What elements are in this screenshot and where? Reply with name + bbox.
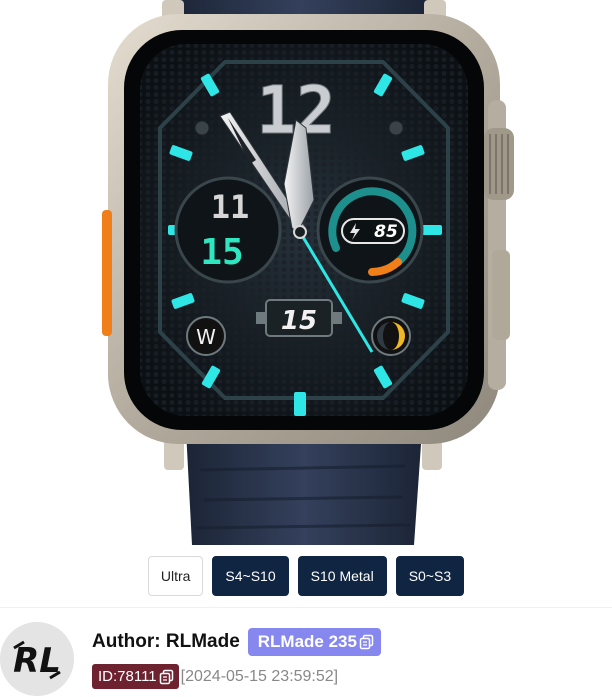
watch-preview: 12 11 15 85 15 W bbox=[0, 0, 612, 545]
copy-id-icon bbox=[159, 669, 173, 684]
copy-icon bbox=[359, 634, 374, 650]
digital-minutes: 15 bbox=[200, 232, 243, 273]
page: 12 11 15 85 15 W Ultra S4~S10 S10 Metal … bbox=[0, 0, 612, 697]
model-button-s10-metal[interactable]: S10 Metal bbox=[297, 556, 387, 596]
model-button-ultra[interactable]: Ultra bbox=[147, 556, 204, 596]
lug-right-bottom bbox=[422, 440, 442, 470]
digital-crown bbox=[484, 128, 514, 200]
lug-left-bottom bbox=[164, 440, 184, 470]
compass-letter: W bbox=[196, 325, 216, 349]
author-line: Author: RLMade RLMade 235 bbox=[92, 628, 381, 656]
side-button bbox=[492, 250, 510, 340]
id-line: ID:78111 [2024-05-15 23:59:52] bbox=[92, 664, 338, 689]
author-strip: RL Author: RLMade RLMade 235 ID:78111 [2… bbox=[0, 607, 612, 697]
upload-date: [2024-05-15 23:59:52] bbox=[180, 667, 339, 685]
author-badge-label: RLMade 235 bbox=[257, 632, 357, 651]
model-button-s4-s10[interactable]: S4~S10 bbox=[212, 556, 289, 596]
watch-illustration: 12 11 15 85 15 W bbox=[102, 0, 514, 545]
id-badge[interactable]: ID:78111 bbox=[92, 664, 179, 689]
author-avatar[interactable]: RL bbox=[0, 622, 74, 696]
date-day: 15 bbox=[281, 306, 317, 336]
author-name: Author: RLMade bbox=[92, 631, 240, 652]
model-button-s0-s3[interactable]: S0~S3 bbox=[395, 556, 465, 596]
author-badge[interactable]: RLMade 235 bbox=[247, 628, 381, 656]
model-selector: Ultra S4~S10 S10 Metal S0~S3 bbox=[0, 556, 612, 596]
action-button bbox=[102, 210, 112, 336]
author-logo: RL bbox=[0, 622, 74, 696]
id-label: ID:78111 bbox=[98, 668, 157, 685]
digital-hours: 11 bbox=[211, 188, 250, 226]
battery-value: 85 bbox=[374, 222, 398, 242]
